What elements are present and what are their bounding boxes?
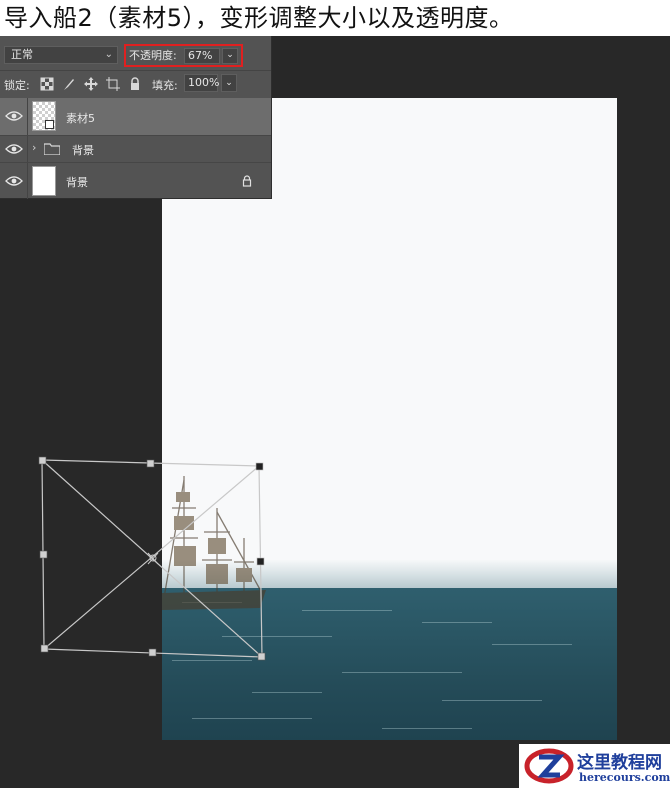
- blend-mode-select[interactable]: 正常 ⌄: [4, 46, 118, 64]
- layer-row-sucai5[interactable]: 素材5: [0, 98, 271, 135]
- site-logo: [524, 748, 574, 784]
- folder-icon: [44, 143, 60, 155]
- layers-panel-lock-row: 锁定: 填充: 100% ⌄: [0, 71, 271, 97]
- transform-handle-top-left[interactable]: [38, 456, 47, 465]
- transform-handle-top[interactable]: [146, 459, 155, 468]
- transform-handle-bottom-left[interactable]: [40, 644, 49, 653]
- lock-transparent-pixels-icon[interactable]: [40, 77, 54, 91]
- opacity-highlight-box: 不透明度: 67% ⌄: [124, 44, 243, 67]
- opacity-input[interactable]: 67%: [184, 48, 220, 64]
- transform-handle-top-right[interactable]: [255, 462, 264, 471]
- ship-image: [162, 476, 266, 610]
- opacity-dropdown-button[interactable]: ⌄: [222, 48, 238, 64]
- transform-handle-left[interactable]: [39, 550, 48, 559]
- lock-label: 锁定:: [4, 79, 30, 92]
- lock-all-icon[interactable]: [128, 77, 142, 91]
- fill-dropdown-button[interactable]: ⌄: [221, 74, 237, 92]
- layer-thumbnail: [32, 101, 56, 131]
- eye-icon[interactable]: [5, 110, 23, 122]
- layers-panel-options-row: 正常 ⌄ 不透明度: 67% ⌄: [0, 36, 271, 71]
- eye-icon[interactable]: [5, 175, 23, 187]
- blend-mode-value: 正常: [11, 48, 33, 61]
- layer-row-group-beijing[interactable]: › 背景: [0, 135, 271, 162]
- fill-input[interactable]: 100%: [184, 74, 219, 92]
- smart-object-icon: [45, 120, 54, 129]
- layer-row-background[interactable]: 背景: [0, 162, 271, 199]
- layer-name: 背景: [66, 176, 88, 189]
- lock-artboard-icon[interactable]: [106, 77, 120, 91]
- chevron-down-icon: ⌄: [104, 49, 113, 60]
- lock-icon: [242, 175, 252, 187]
- watermark-title: 这里教程网: [577, 753, 662, 773]
- lock-position-icon[interactable]: [84, 77, 98, 91]
- opacity-label: 不透明度:: [129, 49, 177, 62]
- chevron-right-icon[interactable]: ›: [32, 141, 36, 154]
- eye-icon[interactable]: [5, 143, 23, 155]
- transform-handle-bottom[interactable]: [148, 648, 157, 657]
- layer-name: 素材5: [66, 112, 95, 125]
- layer-name: 背景: [72, 144, 94, 157]
- site-watermark: 这里教程网 herecours.com: [519, 744, 670, 788]
- layer-thumbnail: [32, 166, 56, 196]
- transform-handle-bottom-right[interactable]: [257, 652, 266, 661]
- tutorial-caption: 导入船2（素材5），变形调整大小以及透明度。: [4, 4, 514, 32]
- fill-label: 填充:: [152, 79, 178, 92]
- transform-handle-right[interactable]: [256, 557, 265, 566]
- layers-panel: 正常 ⌄ 不透明度: 67% ⌄ 锁定: 填充: 100% ⌄ 素材5 › 背景…: [0, 36, 272, 199]
- lock-image-pixels-icon[interactable]: [62, 77, 76, 91]
- watermark-url: herecours.com: [579, 771, 670, 784]
